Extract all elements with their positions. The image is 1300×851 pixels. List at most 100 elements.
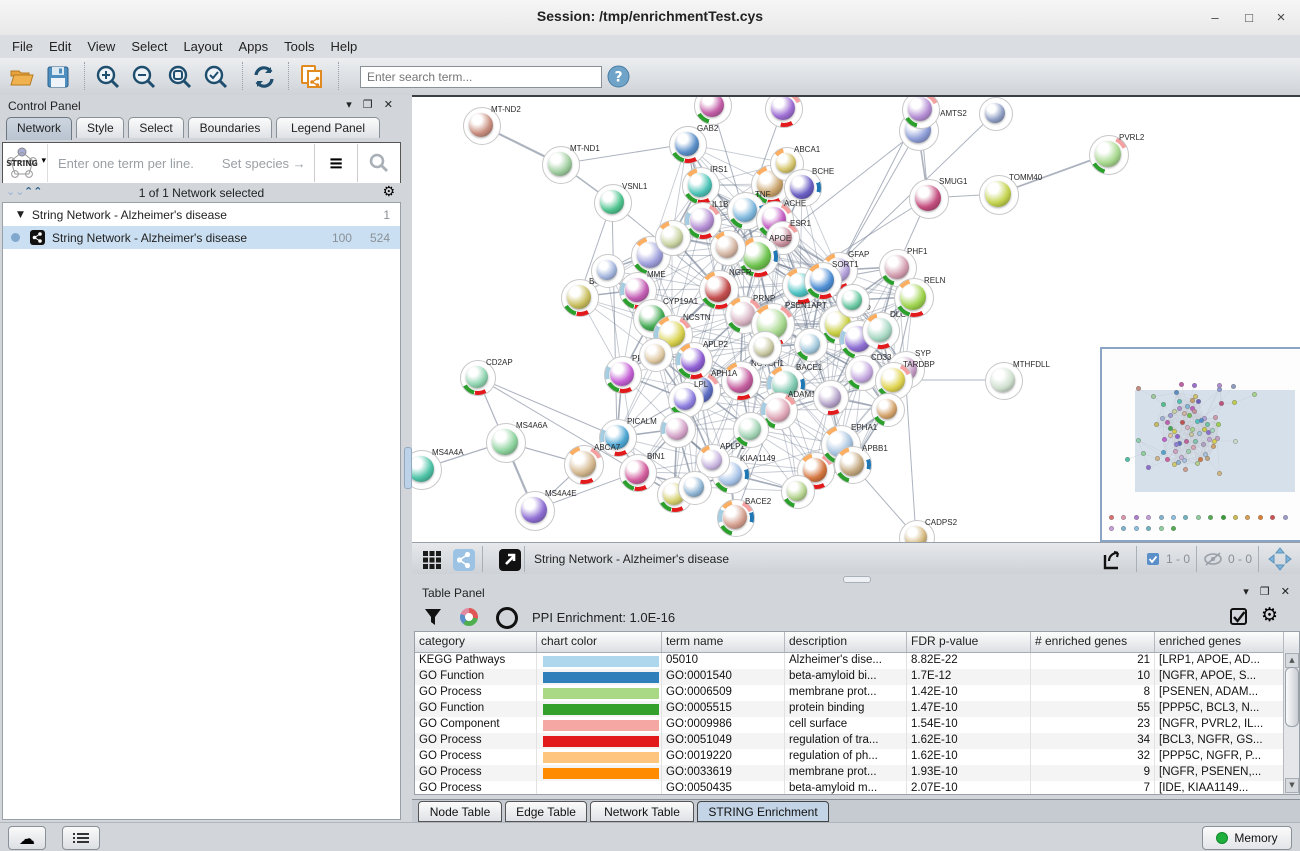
tab-network[interactable]: Network	[6, 117, 72, 140]
tab-node-table[interactable]: Node Table	[418, 801, 502, 822]
network-node[interactable]	[597, 260, 617, 280]
refresh-button[interactable]	[248, 61, 280, 92]
panel-menu-icon[interactable]: ▾	[1243, 585, 1253, 598]
help-button[interactable]: ?	[602, 61, 634, 92]
menu-help[interactable]: Help	[323, 35, 366, 57]
column-header-enriched-genes[interactable]: enriched genes	[1155, 632, 1284, 652]
save-session-button[interactable]	[42, 61, 74, 92]
export-network-button[interactable]	[1096, 544, 1128, 575]
tab-style[interactable]: Style	[76, 117, 124, 138]
tab-boundaries[interactable]: Boundaries	[188, 117, 272, 138]
scroll-down-icon[interactable]: ▼	[1285, 778, 1299, 793]
open-in-browser-button[interactable]	[494, 544, 526, 575]
panel-close-icon[interactable]: ✕	[384, 98, 397, 111]
network-node-il1b[interactable]	[690, 208, 714, 232]
open-session-button[interactable]	[6, 61, 38, 92]
network-node[interactable]	[877, 399, 897, 419]
query-placeholder[interactable]: Enter one term per line.	[58, 156, 194, 171]
network-node-pvrl2[interactable]	[1095, 141, 1121, 167]
table-scrollbar[interactable]: ▲ ▼	[1283, 652, 1299, 794]
column-header-category[interactable]: category	[415, 632, 537, 652]
table-row[interactable]: GO ProcessGO:0019220regulation of ph...1…	[415, 749, 1299, 765]
network-node-ms4a6a[interactable]	[492, 429, 518, 455]
scroll-thumb[interactable]	[1285, 667, 1299, 727]
zoom-out-button[interactable]	[128, 61, 160, 92]
tab-edge-table[interactable]: Edge Table	[505, 801, 587, 822]
network-node[interactable]	[787, 481, 807, 501]
tab-legend-panel[interactable]: Legend Panel	[276, 117, 380, 138]
table-row[interactable]: GO FunctionGO:0001540beta-amyloid bi...1…	[415, 669, 1299, 685]
network-node-bche[interactable]	[790, 175, 814, 199]
table-row[interactable]: KEGG Pathways05010Alzheimer's dise...8.8…	[415, 653, 1299, 669]
horizontal-splitter[interactable]	[412, 574, 1300, 583]
column-header-FDR-p-value[interactable]: FDR p-value	[907, 632, 1031, 652]
menu-view[interactable]: View	[79, 35, 123, 57]
network-node[interactable]	[908, 97, 932, 121]
network-node-aplp1[interactable]	[702, 450, 722, 470]
menu-layout[interactable]: Layout	[175, 35, 230, 57]
network-node-cd2ap[interactable]	[466, 366, 488, 388]
network-node[interactable]	[800, 334, 820, 354]
network-node-smug1[interactable]	[915, 185, 941, 211]
network-node-abca7[interactable]	[570, 451, 596, 477]
network-node-apoe[interactable]	[743, 242, 771, 270]
network-node[interactable]	[985, 103, 1005, 123]
network-node[interactable]	[771, 96, 795, 120]
splitter-grip[interactable]	[843, 576, 871, 583]
tab-select[interactable]: Select	[128, 117, 184, 138]
network-node-bin1[interactable]	[625, 460, 649, 484]
network-node[interactable]	[666, 418, 688, 440]
ring-icon[interactable]	[496, 607, 518, 629]
column-header-description[interactable]: description	[785, 632, 907, 652]
table-row[interactable]: GO ProcessGO:0051049regulation of tra...…	[415, 733, 1299, 749]
enrichment-table[interactable]: categorychart colorterm namedescriptionF…	[414, 631, 1300, 795]
species-hint[interactable]: Set species →	[222, 156, 314, 171]
network-node[interactable]	[684, 477, 704, 497]
network-tree-row[interactable]: ▼String Network - Alzheimer's disease1	[3, 203, 400, 226]
network-node-mthfdll[interactable]	[991, 368, 1015, 392]
network-node-abca1[interactable]	[776, 153, 796, 173]
network-node[interactable]	[661, 226, 683, 248]
string-logo-dropdown[interactable]: STRING ▾	[3, 144, 48, 182]
network-node-aplp2[interactable]	[681, 348, 705, 372]
zoom-selected-button[interactable]	[200, 61, 232, 92]
network-node-apbb1[interactable]	[840, 452, 864, 476]
network-node-tnf[interactable]	[733, 198, 757, 222]
table-row[interactable]: GO ComponentGO:0009986cell surface1.54E-…	[415, 717, 1299, 733]
table-row[interactable]: GO FunctionGO:0005515protein binding1.47…	[415, 701, 1299, 717]
network-node[interactable]	[716, 236, 738, 258]
column-header-chart-color[interactable]: chart color	[537, 632, 662, 652]
network-node-bcl3[interactable]	[567, 285, 591, 309]
network-node-bace2[interactable]	[723, 505, 747, 529]
network-node-tardbp[interactable]	[881, 368, 905, 392]
memory-button[interactable]: Memory	[1202, 826, 1292, 850]
column-header--enriched-genes[interactable]: # enriched genes	[1031, 632, 1155, 652]
query-options-button[interactable]: ≡	[314, 144, 357, 182]
search-input[interactable]	[360, 66, 602, 88]
network-node-irs1[interactable]	[688, 173, 712, 197]
table-row[interactable]: GO ProcessGO:0033619membrane prot...1.93…	[415, 765, 1299, 781]
cloud-tasks-button[interactable]: ☁	[8, 826, 46, 850]
filter-icon[interactable]	[424, 608, 442, 626]
menu-edit[interactable]: Edit	[41, 35, 79, 57]
network-node-vsnl1[interactable]	[600, 190, 624, 214]
network-node[interactable]	[819, 386, 841, 408]
panel-float-icon[interactable]: ❐	[1260, 585, 1274, 598]
network-tree-row[interactable]: String Network - Alzheimer's disease1005…	[3, 226, 400, 249]
zoom-fit-button[interactable]	[164, 61, 196, 92]
network-node-phf1[interactable]	[885, 255, 909, 279]
minimize-button[interactable]: –	[1200, 8, 1230, 28]
column-header-term-name[interactable]: term name	[662, 632, 785, 652]
network-node[interactable]	[754, 337, 774, 357]
expander-icon[interactable]: ▼	[17, 210, 24, 220]
network-node-cd33[interactable]	[851, 361, 873, 383]
zoom-in-button[interactable]	[92, 61, 124, 92]
string-style-button[interactable]	[448, 544, 480, 575]
vertical-splitter[interactable]	[403, 95, 412, 822]
network-node-reln[interactable]	[900, 284, 926, 310]
panel-close-icon[interactable]: ✕	[1281, 585, 1294, 598]
table-row[interactable]: GO ProcessGO:0050435beta-amyloid m...2.0…	[415, 781, 1299, 795]
close-button[interactable]: ×	[1266, 8, 1296, 28]
network-node-adam10[interactable]	[766, 398, 790, 422]
splitter-grip[interactable]	[404, 447, 412, 489]
